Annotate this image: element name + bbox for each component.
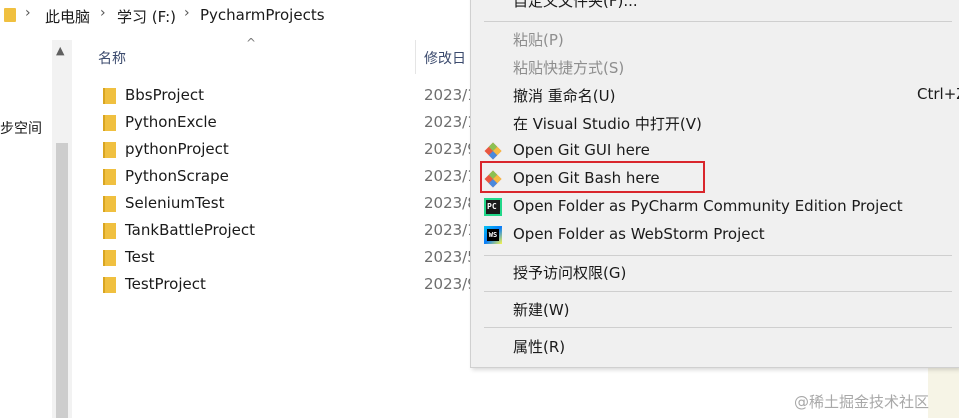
file-row[interactable]: TestProject 2023/9	[100, 272, 470, 299]
pycharm-icon: PC	[484, 198, 502, 216]
nav-scrollbar[interactable]: ▲	[52, 40, 72, 418]
file-name: TankBattleProject	[125, 221, 256, 239]
file-date: 2023/8	[424, 194, 470, 212]
menu-separator	[484, 255, 952, 256]
menu-item-open-visual-studio[interactable]: 在 Visual Studio 中打开(V)	[471, 109, 959, 137]
file-name: PythonScrape	[125, 167, 229, 185]
folder-icon	[103, 196, 116, 212]
file-name: SeleniumTest	[125, 194, 225, 212]
sort-ascending-icon: ^	[246, 36, 257, 50]
column-header-date[interactable]: 修改日	[424, 48, 466, 68]
file-row[interactable]: BbsProject 2023/1	[100, 83, 470, 110]
file-date: 2023/9	[424, 140, 470, 158]
file-row[interactable]: SeleniumTest 2023/8	[100, 191, 470, 218]
file-name: TestProject	[125, 275, 206, 293]
breadcrumb-folder[interactable]: PycharmProjects	[200, 6, 325, 24]
folder-icon	[103, 142, 116, 158]
file-name: Test	[125, 248, 155, 266]
git-gui-icon	[484, 142, 502, 160]
menu-item-paste[interactable]: 粘贴(P)	[471, 25, 959, 53]
highlight-box	[480, 161, 705, 193]
menu-separator	[484, 21, 952, 22]
menu-separator	[484, 291, 952, 292]
file-date: 2023/5	[424, 248, 470, 266]
file-date: 2023/1	[424, 221, 470, 239]
breadcrumb-separator: ›	[184, 5, 190, 21]
file-name: pythonProject	[125, 140, 229, 158]
menu-item-new[interactable]: 新建(W)	[471, 295, 959, 323]
breadcrumb-separator: ›	[100, 5, 106, 21]
breadcrumb-this-pc[interactable]: 此电脑	[45, 6, 90, 27]
file-date: 2023/1	[424, 86, 470, 104]
menu-item-custom-folder[interactable]: 自定义文件夹(F)...	[471, 0, 959, 14]
folder-icon	[103, 277, 116, 293]
menu-item-properties[interactable]: 属性(R)	[471, 332, 959, 360]
file-name: BbsProject	[125, 86, 204, 104]
breadcrumb-separator: ›	[25, 5, 31, 21]
scrollbar-thumb[interactable]	[56, 143, 68, 418]
shortcut-label: Ctrl+Z	[917, 85, 959, 103]
menu-item-open-webstorm[interactable]: WS Open Folder as WebStorm Project	[471, 221, 959, 249]
menu-item-paste-shortcut[interactable]: 粘贴快捷方式(S)	[471, 53, 959, 81]
folder-icon	[103, 250, 116, 266]
breadcrumb-drive[interactable]: 学习 (F:)	[117, 6, 176, 27]
file-date: 2023/1	[424, 113, 470, 131]
file-name: PythonExcle	[125, 113, 217, 131]
webstorm-icon: WS	[484, 226, 502, 244]
folder-icon	[103, 88, 116, 104]
menu-item-open-pycharm[interactable]: PC Open Folder as PyCharm Community Edit…	[471, 193, 959, 221]
menu-item-grant-access[interactable]: 授予访问权限(G)	[471, 258, 959, 286]
folder-icon	[103, 223, 116, 239]
file-row[interactable]: TankBattleProject 2023/1	[100, 218, 470, 245]
folder-icon	[4, 8, 16, 22]
folder-icon	[103, 169, 116, 185]
column-divider[interactable]	[415, 40, 416, 74]
file-row[interactable]: pythonProject 2023/9	[100, 137, 470, 164]
folder-icon	[103, 115, 116, 131]
menu-item-undo-rename[interactable]: 撤消 重命名(U) Ctrl+Z	[471, 81, 959, 109]
file-row[interactable]: PythonScrape 2023/1	[100, 164, 470, 191]
file-row[interactable]: Test 2023/5	[100, 245, 470, 272]
menu-separator	[484, 327, 952, 328]
file-date: 2023/1	[424, 167, 470, 185]
file-row[interactable]: PythonExcle 2023/1	[100, 110, 470, 137]
column-header-name[interactable]: 名称	[98, 48, 126, 68]
watermark: @稀土掘金技术社区	[794, 393, 930, 411]
nav-item-sync-space[interactable]: 步空间	[0, 118, 42, 138]
file-date: 2023/9	[424, 275, 470, 293]
scroll-up-icon[interactable]: ▲	[56, 44, 64, 57]
